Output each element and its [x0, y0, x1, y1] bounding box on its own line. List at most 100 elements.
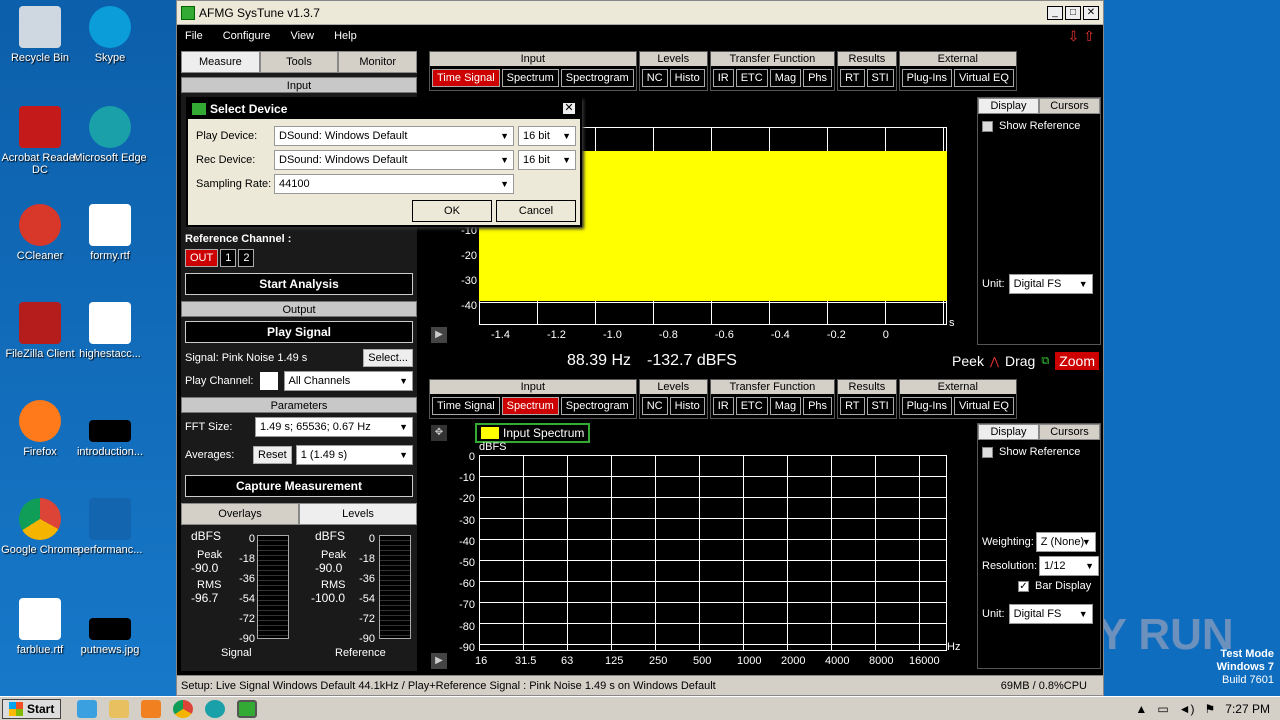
ie-icon[interactable] — [77, 699, 98, 718]
peek-button[interactable]: Peek — [952, 353, 984, 369]
cancel-button[interactable]: Cancel — [496, 200, 576, 222]
spectrum-button[interactable]: Spectrum — [501, 69, 559, 87]
start-button[interactable]: Start — [2, 698, 62, 719]
ok-button[interactable]: OK — [412, 200, 492, 222]
plug-ins-button[interactable]: Plug-Ins — [901, 69, 953, 87]
minimize-button[interactable]: _ — [1047, 5, 1063, 20]
unit-select-bottom[interactable]: Digital FS — [1008, 604, 1093, 624]
time-signal-button[interactable]: Time Signal — [432, 69, 500, 87]
tab-measure[interactable]: Measure — [181, 51, 260, 73]
tab-cursors-bottom[interactable]: Cursors — [1039, 424, 1100, 440]
show-reference-checkbox-bottom[interactable] — [982, 446, 993, 458]
edge-icon[interactable] — [205, 699, 226, 718]
weighting-select[interactable]: Z (None) — [1035, 532, 1096, 552]
systune-taskbar-icon[interactable] — [237, 699, 258, 718]
select-signal-button[interactable]: Select... — [363, 349, 413, 367]
virtual-eq-button-2[interactable]: Virtual EQ — [954, 397, 1014, 415]
nc-button[interactable]: NC — [641, 69, 668, 87]
tab-levels[interactable]: Levels — [299, 503, 417, 525]
fft-size-select[interactable]: 1.49 s; 65536; 0.67 Hz — [255, 417, 413, 437]
explorer-icon[interactable] — [109, 699, 130, 718]
unit-select-top[interactable]: Digital FS — [1008, 274, 1093, 294]
bar-display-checkbox[interactable]: ✓ — [1018, 580, 1029, 592]
play-signal-button[interactable]: Play Signal — [185, 321, 413, 343]
desktop-icon-chrome[interactable]: Google Chrome — [0, 498, 80, 556]
sti-button[interactable]: STI — [866, 69, 894, 87]
time-signal-button-2[interactable]: Time Signal — [432, 397, 500, 415]
desktop-icon-farblue[interactable]: farblue.rtf — [0, 598, 80, 656]
etc-button[interactable]: ETC — [735, 69, 768, 87]
rec-device-select[interactable]: DSound: Windows Default — [274, 150, 514, 170]
desktop-icon-edge[interactable]: Microsoft Edge — [70, 106, 150, 164]
dialog-title-bar[interactable]: Select Device — [188, 99, 580, 119]
close-button[interactable]: ✕ — [1083, 5, 1099, 20]
play-channel-select[interactable]: All Channels — [283, 371, 413, 391]
desktop-icon-putnews[interactable]: putnews.jpg — [70, 598, 150, 656]
spectrogram-button-2[interactable]: Spectrogram — [560, 397, 634, 415]
desktop-icon-recycle-bin[interactable]: Recycle Bin — [0, 6, 80, 64]
capture-measurement-button[interactable]: Capture Measurement — [185, 475, 413, 497]
reset-button[interactable]: Reset — [253, 446, 292, 464]
desktop-icon-highestacc[interactable]: highestacc... — [70, 302, 150, 360]
tab-monitor[interactable]: Monitor — [338, 51, 418, 73]
volume-icon[interactable]: ◄) — [1179, 702, 1195, 716]
show-reference-checkbox-top[interactable] — [982, 120, 993, 132]
rt-button-2[interactable]: RT — [840, 397, 865, 415]
start-analysis-button[interactable]: Start Analysis — [185, 273, 413, 295]
histo-button-2[interactable]: Histo — [669, 397, 705, 415]
tab-tools[interactable]: Tools — [259, 51, 339, 73]
dialog-close-button[interactable]: ✕ — [562, 102, 576, 115]
mag-button-2[interactable]: Mag — [769, 397, 802, 415]
drag-button[interactable]: Drag — [1005, 353, 1035, 369]
sti-button-2[interactable]: STI — [866, 397, 894, 415]
media-player-icon[interactable] — [141, 699, 162, 718]
resolution-select[interactable]: 1/12 — [1039, 556, 1100, 576]
play-device-select[interactable]: DSound: Windows Default — [274, 126, 514, 146]
move-icon[interactable]: ✥ — [431, 425, 447, 441]
desktop-icon-introduction[interactable]: introduction... — [70, 400, 150, 458]
tab-display-top[interactable]: Display — [978, 98, 1039, 114]
rec-bits-select[interactable]: 16 bit — [518, 150, 576, 170]
title-bar[interactable]: AFMG SysTune v1.3.7 _ □ ✕ — [177, 1, 1103, 25]
nc-button-2[interactable]: NC — [641, 397, 668, 415]
desktop-icon-firefox[interactable]: Firefox — [0, 400, 80, 458]
desktop-icon-performanc[interactable]: performanc... — [70, 498, 150, 556]
histo-button[interactable]: Histo — [669, 69, 705, 87]
chrome-icon[interactable] — [173, 699, 194, 718]
clock[interactable]: 7:27 PM — [1225, 702, 1270, 716]
channel-color-swatch[interactable] — [259, 372, 278, 390]
desktop-icon-ccleaner[interactable]: CCleaner — [0, 204, 80, 262]
menu-help[interactable]: Help — [334, 30, 357, 42]
tab-display-bottom[interactable]: Display — [978, 424, 1039, 440]
security-icon[interactable]: ⚑ — [1205, 702, 1216, 716]
phs-button-2[interactable]: Phs — [803, 397, 833, 415]
zoom-button[interactable]: Zoom — [1055, 352, 1099, 370]
plug-ins-button-2[interactable]: Plug-Ins — [901, 397, 953, 415]
tab-cursors-top[interactable]: Cursors — [1039, 98, 1100, 114]
menu-view[interactable]: View — [290, 30, 314, 42]
menu-file[interactable]: File — [185, 30, 203, 42]
sampling-rate-select[interactable]: 44100 — [274, 174, 514, 194]
desktop-icon-filezilla[interactable]: FileZilla Client — [0, 302, 80, 360]
ir-button[interactable]: IR — [712, 69, 734, 87]
spectrogram-button[interactable]: Spectrogram — [560, 69, 634, 87]
network-icon[interactable]: ▭ — [1157, 702, 1168, 716]
etc-button-2[interactable]: ETC — [735, 397, 768, 415]
virtual-eq-button[interactable]: Virtual EQ — [954, 69, 1014, 87]
rt-button[interactable]: RT — [840, 69, 865, 87]
tab-overlays[interactable]: Overlays — [181, 503, 299, 525]
averages-select[interactable]: 1 (1.49 s) — [295, 445, 413, 465]
mag-button[interactable]: Mag — [769, 69, 802, 87]
menu-configure[interactable]: Configure — [223, 30, 271, 42]
export-icon[interactable]: ⇩ ⇧ — [1068, 28, 1095, 45]
play-arrow-icon[interactable]: ▶ — [431, 327, 447, 343]
desktop-icon-formy[interactable]: formy.rtf — [70, 204, 150, 262]
spectrum-button-2[interactable]: Spectrum — [501, 397, 559, 415]
spectrum-legend[interactable]: Input Spectrum — [475, 423, 591, 443]
tray-arrow-icon[interactable]: ▲ — [1135, 702, 1147, 716]
play-arrow-icon[interactable]: ▶ — [431, 653, 447, 669]
ir-button-2[interactable]: IR — [712, 397, 734, 415]
spectrum-plot[interactable]: ✥ Input Spectrum dBFS 0 -10 -20 -30 -40 -50 -6… — [429, 419, 969, 671]
desktop-icon-skype[interactable]: Skype — [70, 6, 150, 64]
play-bits-select[interactable]: 16 bit — [518, 126, 576, 146]
